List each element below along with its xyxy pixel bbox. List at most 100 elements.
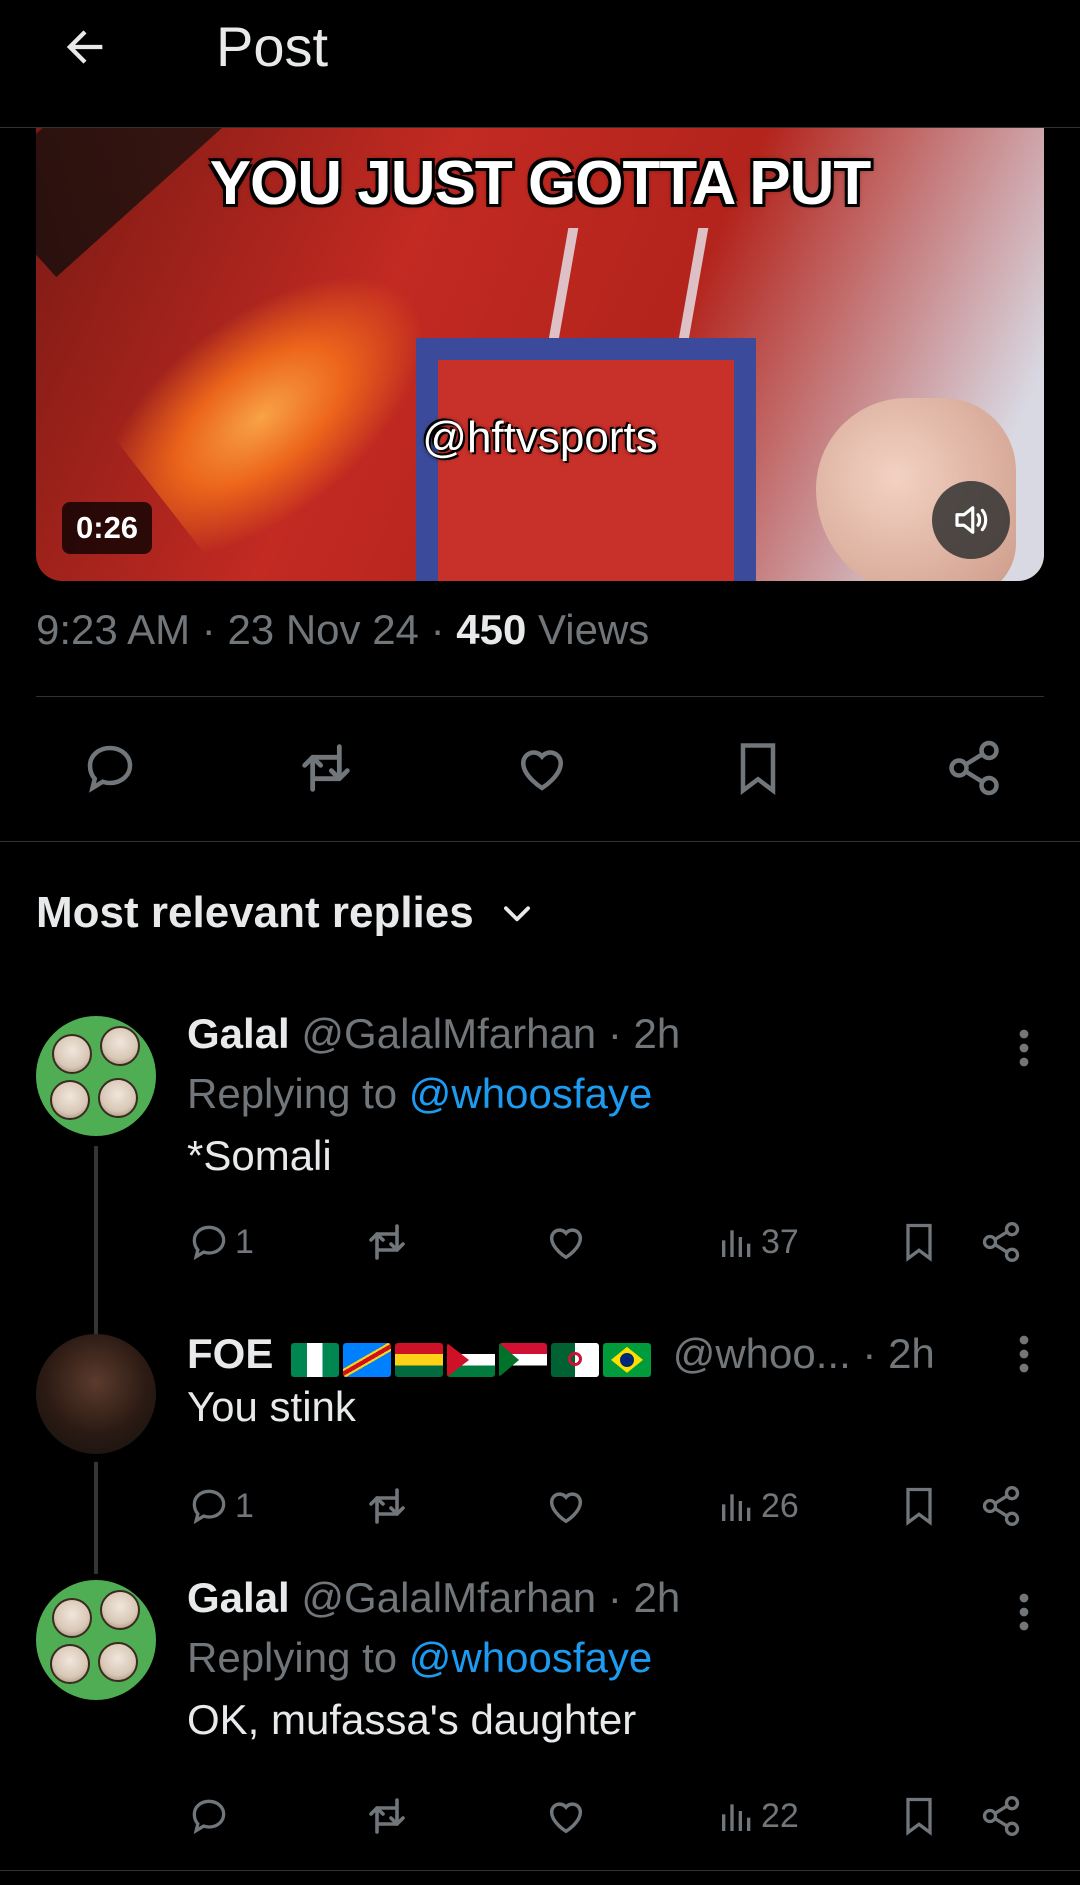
divider xyxy=(0,1870,1080,1871)
author-handle[interactable]: @GalalMfarhan xyxy=(301,1574,596,1621)
views-count: 37 xyxy=(761,1222,799,1261)
retweet-button[interactable] xyxy=(286,728,366,808)
share-icon xyxy=(949,740,999,796)
like-button[interactable] xyxy=(543,1214,589,1270)
share-icon xyxy=(982,1796,1020,1836)
retweet-button[interactable] xyxy=(363,1214,411,1270)
flag-ghana-icon xyxy=(395,1342,444,1377)
reply-time: · 2h xyxy=(607,1010,681,1057)
avatar[interactable] xyxy=(36,1580,156,1700)
more-options-button[interactable] xyxy=(1004,1582,1044,1642)
reply-button[interactable] xyxy=(70,728,150,808)
reply-header: Galal @GalalMfarhan · 2h xyxy=(187,1574,1044,1622)
video-watermark: @hftvsports xyxy=(422,413,658,462)
author-name[interactable]: Galal xyxy=(187,1574,290,1621)
retweet-icon xyxy=(369,1488,405,1524)
reply-action-bar: 22 xyxy=(187,1788,1044,1844)
retweet-button[interactable] xyxy=(363,1788,411,1844)
reply-button[interactable] xyxy=(187,1788,231,1844)
bookmark-icon xyxy=(740,743,776,795)
like-icon xyxy=(549,1492,583,1524)
flag-brazil-icon xyxy=(603,1342,652,1377)
retweet-icon xyxy=(369,1224,405,1260)
author-name[interactable]: FOE xyxy=(187,1330,273,1377)
retweet-button[interactable] xyxy=(363,1478,411,1534)
reply-icon xyxy=(192,1489,226,1525)
share-icon xyxy=(982,1486,1020,1526)
replies-sort-toggle[interactable]: Most relevant replies xyxy=(36,888,536,938)
reply-icon xyxy=(192,1799,226,1835)
reply-item[interactable]: FOE @whoo... · 2h You stink 1 26 xyxy=(0,1330,1080,1574)
reply-action-bar: 1 26 xyxy=(187,1478,1044,1534)
retweet-icon xyxy=(369,1798,405,1834)
like-icon xyxy=(549,1802,583,1834)
replying-to: Replying to @whoosfaye xyxy=(187,1634,1044,1682)
bookmark-button[interactable] xyxy=(897,1214,941,1270)
views-button[interactable]: 37 xyxy=(717,1214,799,1270)
replying-prefix: Replying to xyxy=(187,1634,398,1681)
like-icon xyxy=(549,1228,583,1260)
back-button[interactable] xyxy=(52,14,118,80)
more-vertical-icon xyxy=(1019,1593,1029,1631)
views-count: 450 xyxy=(456,606,527,653)
bookmark-button[interactable] xyxy=(897,1478,941,1534)
views-button[interactable]: 26 xyxy=(717,1478,799,1534)
reply-time: · 2h xyxy=(862,1330,935,1377)
reply-count: 1 xyxy=(235,1222,254,1261)
bookmark-button[interactable] xyxy=(718,728,798,808)
more-options-button[interactable] xyxy=(1004,1324,1044,1384)
meta-separator: · xyxy=(430,606,445,653)
thread-line xyxy=(94,1462,98,1574)
share-button[interactable] xyxy=(934,728,1014,808)
views-count: 22 xyxy=(761,1796,799,1835)
post-date: 23 Nov 24 xyxy=(227,606,419,653)
author-handle[interactable]: @whoo... xyxy=(673,1330,851,1377)
views-icon xyxy=(722,1804,751,1831)
video-caption: YOU JUST GOTTA PUT xyxy=(209,149,872,218)
speaker-icon xyxy=(955,506,988,534)
reply-item[interactable]: Galal @GalalMfarhan · 2h Replying to @wh… xyxy=(0,1010,1080,1338)
reply-button[interactable]: 1 xyxy=(187,1478,254,1534)
video-player[interactable]: YOU JUST GOTTA PUT @hftvsports 0:26 xyxy=(36,128,1044,581)
meta-separator: · xyxy=(201,606,216,653)
views-label: Views xyxy=(538,606,650,653)
reply-count: 1 xyxy=(235,1486,254,1525)
retweet-icon xyxy=(302,744,350,792)
avatar[interactable] xyxy=(36,1334,156,1454)
like-button[interactable] xyxy=(543,1788,589,1844)
reply-icon xyxy=(192,1225,226,1261)
reply-header: FOE @whoo... · 2h xyxy=(187,1330,1044,1381)
reply-text: OK, mufassa's daughter xyxy=(187,1696,637,1743)
flag-drcongo-icon xyxy=(343,1342,392,1377)
reply-content: Galal @GalalMfarhan · 2h Replying to @wh… xyxy=(187,1574,1044,1744)
post-meta: 9:23 AM · 23 Nov 24 · 450 Views xyxy=(36,606,649,654)
page-title: Post xyxy=(216,15,329,78)
reply-time: · 2h xyxy=(607,1574,681,1621)
author-name[interactable]: Galal xyxy=(187,1010,290,1057)
bookmark-button[interactable] xyxy=(897,1788,941,1844)
like-button[interactable] xyxy=(502,728,582,808)
mention-link[interactable]: @whoosfaye xyxy=(409,1070,652,1117)
replying-to: Replying to @whoosfaye xyxy=(187,1070,1044,1118)
post-action-bar xyxy=(36,728,1044,808)
views-button[interactable]: 22 xyxy=(717,1788,799,1844)
reply-text: You stink xyxy=(187,1382,356,1430)
post-time: 9:23 AM xyxy=(36,606,191,653)
mention-link[interactable]: @whoosfaye xyxy=(409,1634,652,1681)
reply-item[interactable]: Galal @GalalMfarhan · 2h Replying to @wh… xyxy=(0,1574,1080,1874)
mute-button[interactable] xyxy=(932,481,1010,559)
bookmark-icon xyxy=(906,1487,932,1526)
bookmark-icon xyxy=(906,1797,932,1836)
top-bar: Post xyxy=(0,0,1080,128)
avatar[interactable] xyxy=(36,1016,156,1136)
share-button[interactable] xyxy=(979,1214,1023,1270)
share-button[interactable] xyxy=(979,1478,1023,1534)
share-button[interactable] xyxy=(979,1788,1023,1844)
like-button[interactable] xyxy=(543,1478,589,1534)
thread-line xyxy=(94,1146,98,1338)
reply-button[interactable]: 1 xyxy=(187,1214,254,1270)
more-options-button[interactable] xyxy=(1004,1018,1044,1078)
views-count: 26 xyxy=(761,1486,799,1525)
author-handle[interactable]: @GalalMfarhan xyxy=(301,1010,596,1057)
more-vertical-icon xyxy=(1019,1335,1029,1373)
